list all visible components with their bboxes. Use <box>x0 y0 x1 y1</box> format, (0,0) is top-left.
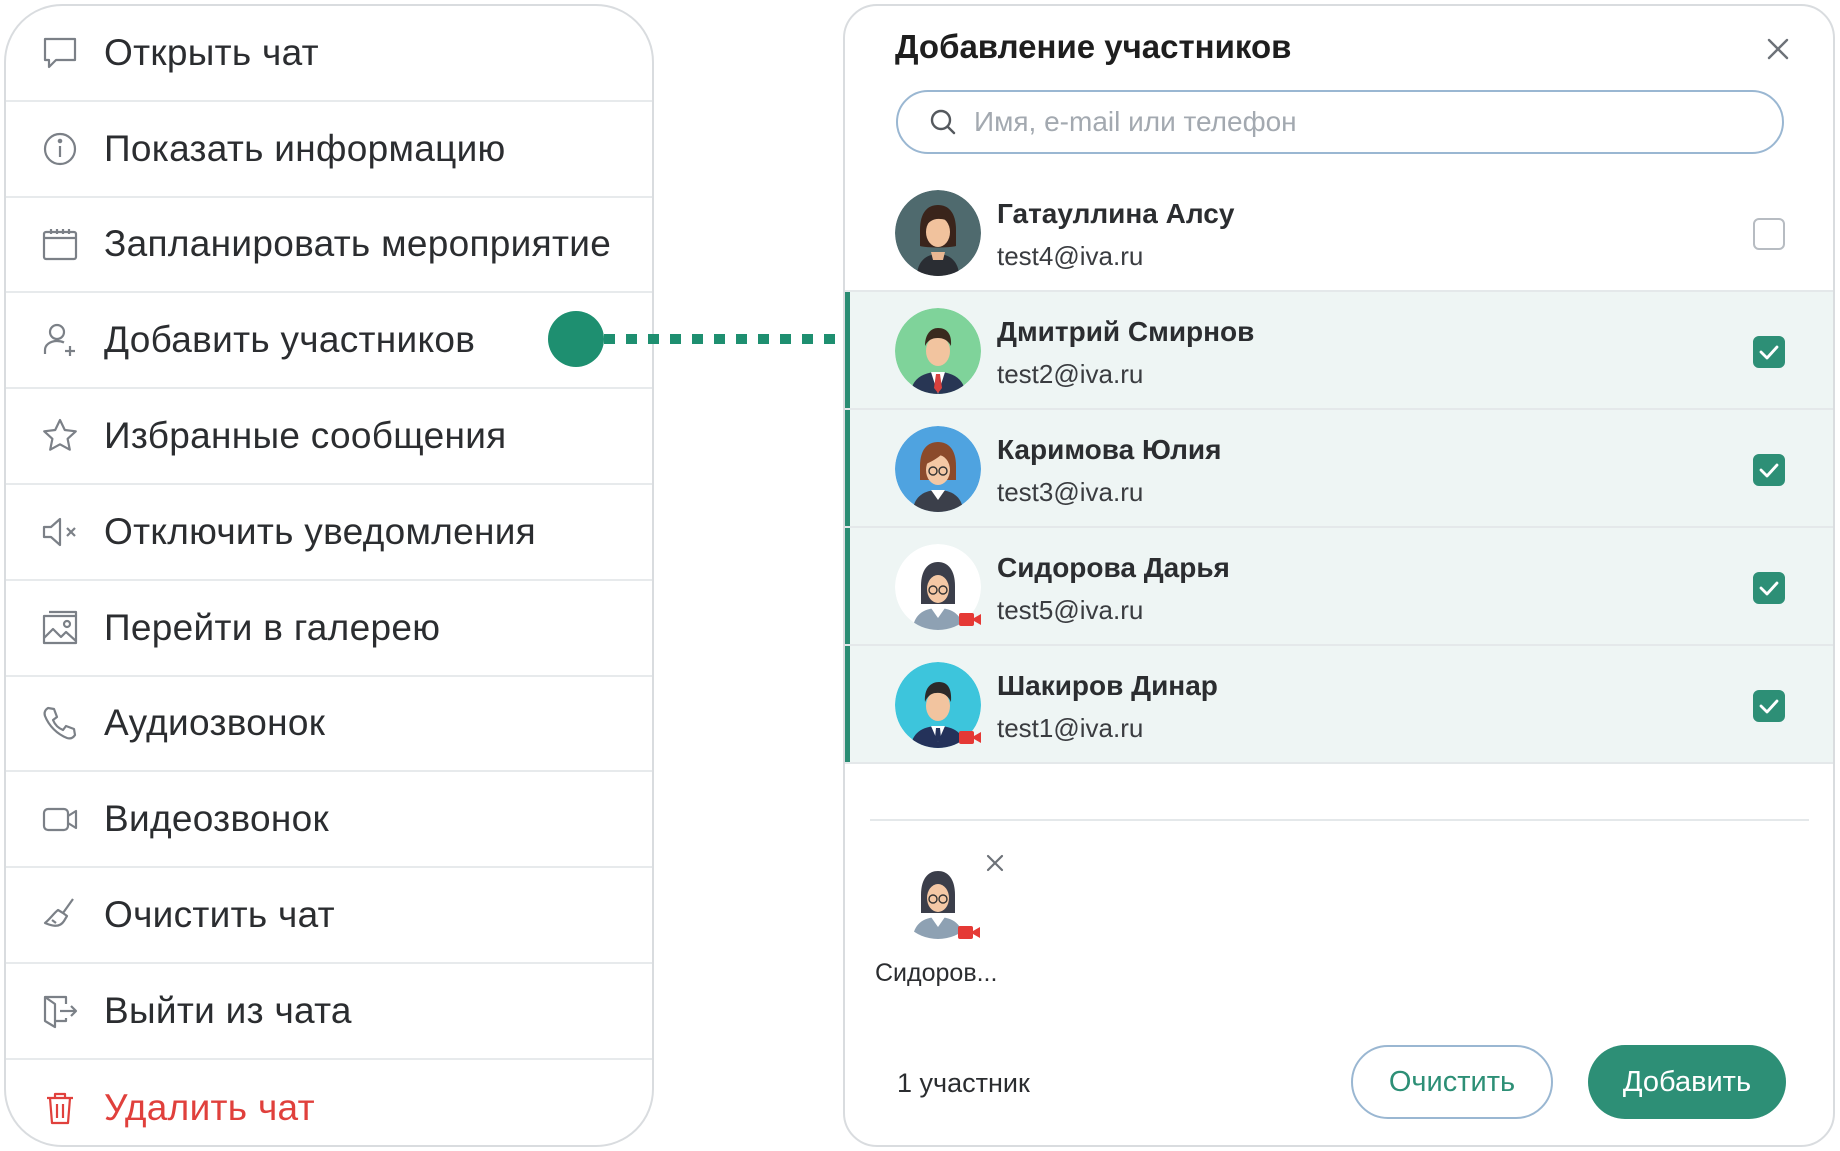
search-input[interactable] <box>972 105 1756 139</box>
contact-row[interactable]: Дмитрий Смирнов test2@iva.ru <box>845 292 1833 410</box>
menu-item-open-chat[interactable]: Открыть чат <box>6 6 652 102</box>
divider <box>870 819 1809 821</box>
menu-item-label: Показать информацию <box>104 127 506 169</box>
menu-item-show-info[interactable]: Показать информацию <box>6 102 652 198</box>
menu-item-gallery[interactable]: Перейти в галерею <box>6 581 652 677</box>
chip-name: Сидоров... <box>875 959 998 987</box>
checkmark-icon <box>1759 463 1779 478</box>
avatar <box>895 308 981 394</box>
contacts-list: Гатауллина Алсу test4@iva.ru Дмитрий Сми… <box>845 174 1833 764</box>
broom-icon <box>40 895 80 935</box>
close-icon[interactable] <box>1763 34 1793 64</box>
connector-dotted-line <box>604 334 840 344</box>
menu-item-label: Очистить чат <box>104 894 335 936</box>
menu-item-delete-chat[interactable]: Удалить чат <box>6 1060 652 1145</box>
avatar <box>895 190 981 276</box>
dialog-title: Добавление участников <box>895 28 1292 65</box>
menu-item-label: Отключить уведомления <box>104 510 537 552</box>
contact-checkbox[interactable] <box>1753 572 1785 604</box>
menu-item-mute-notifications[interactable]: Отключить уведомления <box>6 485 652 581</box>
checkmark-icon <box>1759 581 1779 596</box>
contact-email: test4@iva.ru <box>997 241 1144 271</box>
exit-icon <box>40 991 80 1031</box>
search-icon <box>930 109 956 135</box>
star-icon <box>40 416 80 456</box>
menu-item-label: Аудиозвонок <box>104 702 326 744</box>
video-badge-icon <box>959 731 981 744</box>
menu-item-label: Выйти из чата <box>104 989 352 1031</box>
video-badge-icon <box>959 613 981 626</box>
contact-row[interactable]: Шакиров Динар test1@iva.ru <box>845 646 1833 764</box>
menu-item-label: Добавить участников <box>104 319 476 361</box>
selected-participant-chip: Сидоров... <box>875 851 1005 991</box>
add-button[interactable]: Добавить <box>1588 1045 1786 1119</box>
contact-checkbox[interactable] <box>1753 218 1785 250</box>
video-icon <box>40 799 80 839</box>
contact-name: Гатауллина Алсу <box>997 198 1235 229</box>
menu-item-label: Удалить чат <box>104 1086 315 1128</box>
add-participants-dialog: Добавление участников Гатауллина Алсу te… <box>843 4 1835 1147</box>
menu-item-favorite-messages[interactable]: Избранные сообщения <box>6 389 652 485</box>
menu-item-clear-chat[interactable]: Очистить чат <box>6 868 652 964</box>
add-user-icon <box>40 320 80 360</box>
contact-email: test5@iva.ru <box>997 595 1144 625</box>
menu-item-label: Открыть чат <box>104 31 319 73</box>
search-field[interactable] <box>896 90 1784 154</box>
menu-item-label: Избранные сообщения <box>104 415 507 457</box>
menu-item-audio-call[interactable]: Аудиозвонок <box>6 677 652 773</box>
mute-icon <box>40 512 80 552</box>
contact-name: Каримова Юлия <box>997 434 1222 465</box>
contact-email: test1@iva.ru <box>997 713 1144 743</box>
contact-checkbox[interactable] <box>1753 336 1785 368</box>
contact-checkbox[interactable] <box>1753 690 1785 722</box>
avatar <box>895 426 981 512</box>
menu-item-leave-chat[interactable]: Выйти из чата <box>6 964 652 1060</box>
contact-row[interactable]: Гатауллина Алсу test4@iva.ru <box>845 174 1833 292</box>
trash-icon <box>40 1088 80 1128</box>
phone-icon <box>40 703 80 743</box>
calendar-icon <box>40 224 80 264</box>
menu-item-label: Перейти в галерею <box>104 606 441 648</box>
menu-item-label: Видеозвонок <box>104 798 329 840</box>
contact-name: Дмитрий Смирнов <box>997 316 1255 347</box>
menu-item-label: Запланировать мероприятие <box>104 223 612 265</box>
gallery-icon <box>40 608 80 648</box>
contact-checkbox[interactable] <box>1753 454 1785 486</box>
contact-name: Сидорова Дарья <box>997 552 1230 583</box>
contact-email: test3@iva.ru <box>997 477 1144 507</box>
checkmark-icon <box>1759 345 1779 360</box>
info-icon <box>40 129 80 169</box>
contact-row[interactable]: Каримова Юлия test3@iva.ru <box>845 410 1833 528</box>
clear-button[interactable]: Очистить <box>1351 1045 1553 1119</box>
connector-dot <box>548 311 604 367</box>
menu-item-schedule-event[interactable]: Запланировать мероприятие <box>6 198 652 294</box>
contact-email: test2@iva.ru <box>997 359 1144 389</box>
participants-count: 1 участник <box>897 1068 1030 1098</box>
context-menu: Открыть чат Показать информацию Запланир… <box>4 4 654 1147</box>
menu-item-video-call[interactable]: Видеозвонок <box>6 772 652 869</box>
video-badge-icon <box>958 926 980 939</box>
checkmark-icon <box>1759 699 1779 714</box>
contact-row[interactable]: Сидорова Дарья test5@iva.ru <box>845 528 1833 646</box>
contact-name: Шакиров Динар <box>997 670 1218 701</box>
remove-chip-icon[interactable] <box>983 851 1007 875</box>
chat-bubble-icon <box>40 33 80 73</box>
